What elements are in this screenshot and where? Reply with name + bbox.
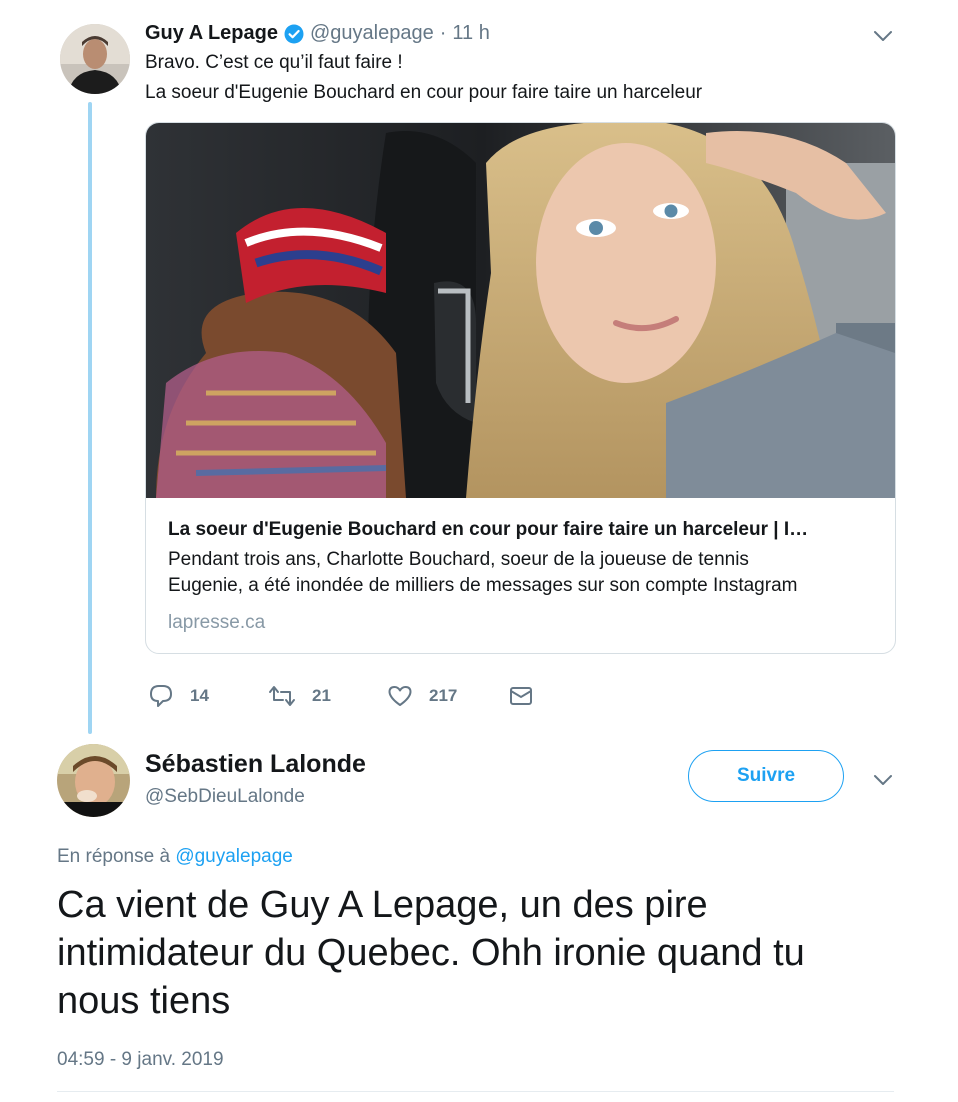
tweet-text-line2: intimidateur du Quebec. Ohh ironie quand… [57,932,805,974]
card-title[interactable]: La soeur d'Eugenie Bouchard en cour pour… [168,519,808,541]
author-name[interactable]: Guy A Lepage [145,22,278,45]
direct-message-button[interactable] [509,686,533,706]
author-name[interactable]: Sébastien Lalonde [145,750,366,779]
envelope-icon [509,686,533,706]
author-handle[interactable]: @guyalepage [310,22,434,45]
link-card[interactable]: La soeur d'Eugenie Bouchard en cour pour… [145,122,896,654]
retweet-count: 21 [312,686,331,705]
author-handle[interactable]: @SebDieuLalonde [145,786,305,808]
chevron-down-icon[interactable] [872,26,894,46]
reply-mention-link[interactable]: @guyalepage [175,846,293,867]
author-avatar[interactable] [60,24,130,94]
thread-connector [88,102,92,734]
verified-badge-icon [284,24,304,44]
tweet-text-line1: Ca vient de Guy A Lepage, un des pire [57,884,708,926]
reply-context: En réponse à @guyalepage [57,846,293,868]
card-description-line2: Eugenie, a été inondée de milliers de me… [168,575,798,596]
retweet-button[interactable]: 21 [268,684,331,708]
tweet-text-line1: Bravo. C’est ce qu’il faut faire ! [145,52,403,73]
tweet-time[interactable]: 11 h [452,22,489,45]
like-count: 217 [429,686,458,705]
card-image [146,123,895,498]
card-description-line1: Pendant trois ans, Charlotte Bouchard, s… [168,549,749,570]
tweet-timestamp[interactable]: 04:59 - 9 janv. 2019 [57,1049,224,1071]
bottom-divider [57,1091,894,1092]
card-domain: lapresse.ca [168,612,266,633]
reply-count: 14 [190,686,209,705]
reply-button[interactable]: 14 [148,684,209,708]
retweet-icon [268,684,296,708]
tweet-text-line2: La soeur d'Eugenie Bouchard en cour pour… [145,82,703,103]
follow-button[interactable]: Suivre [688,750,844,802]
author-avatar[interactable] [57,744,130,817]
like-button[interactable]: 217 [387,684,457,708]
chevron-down-icon[interactable] [872,770,894,790]
reply-icon [148,684,174,708]
heart-icon [387,684,413,708]
dot-separator: · [439,22,447,44]
tweet-text-line3: nous tiens [57,980,231,1022]
reply-prefix: En réponse à [57,846,171,867]
